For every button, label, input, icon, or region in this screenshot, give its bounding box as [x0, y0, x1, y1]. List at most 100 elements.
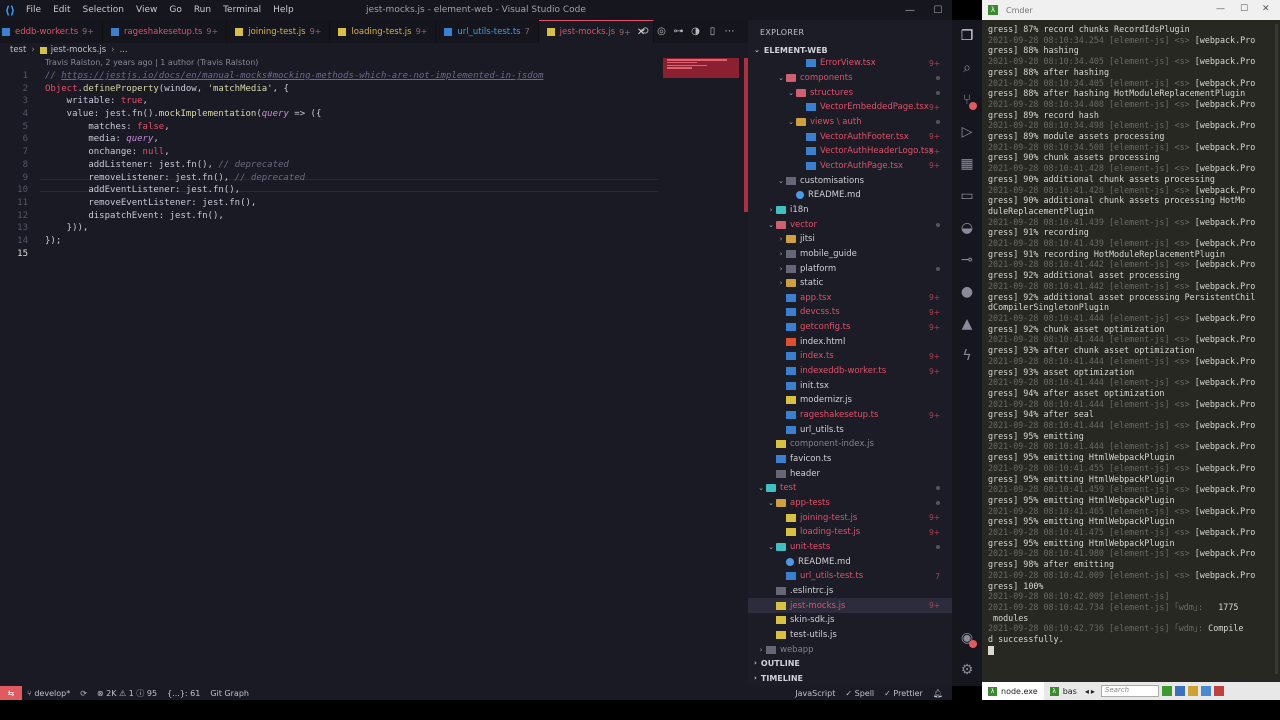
tree-item[interactable]: url_utils-test.ts 7 — [748, 569, 952, 584]
source-control-icon[interactable]: ⑂ — [952, 84, 982, 116]
remote-indicator-icon[interactable]: ⇆ — [0, 686, 22, 700]
spell-check-button[interactable]: ✓ Spell — [840, 689, 879, 698]
breadcrumb-file[interactable]: jest-mocks.js — [51, 45, 106, 55]
tree-item[interactable]: component-index.js — [748, 437, 952, 452]
workspace-root-header[interactable]: ⌄ ELEMENT-WEB — [748, 44, 952, 56]
cmder-search-input[interactable]: Search — [1100, 685, 1159, 697]
cmder-tab-node[interactable]: λ node.exe — [982, 682, 1044, 700]
chevron-right-icon[interactable]: › — [766, 206, 776, 214]
chevron-right-icon[interactable]: › — [776, 279, 786, 287]
scroll-left-icon[interactable]: ◂ — [1085, 687, 1089, 696]
git-compare-icon[interactable]: ⟲ — [636, 23, 653, 40]
editor-tab[interactable]: url_utils-test.ts 7 — [436, 20, 539, 43]
editor-tab[interactable]: joining-test.js 9+ — [227, 20, 331, 43]
menu-item-terminal[interactable]: Terminal — [217, 5, 267, 15]
open-changes-icon[interactable]: ◎ — [653, 23, 670, 40]
tree-item[interactable]: VectorAuthPage.tsx 9+ — [748, 159, 952, 174]
maximize-icon[interactable]: ☐ — [924, 0, 952, 20]
tree-item[interactable]: modernizr.js — [748, 393, 952, 408]
tree-item[interactable]: › webapp — [748, 642, 952, 656]
menu-item-help[interactable]: Help — [267, 5, 300, 15]
settings-gear-icon[interactable]: ⚙ — [952, 654, 982, 686]
tree-item[interactable]: url_utils.ts — [748, 422, 952, 437]
symbol-indicator[interactable]: {...}: 61 — [162, 689, 205, 698]
tree-item[interactable]: › static — [748, 276, 952, 291]
notifications-bell-icon[interactable]: 🔔︎ — [928, 689, 948, 698]
chevron-down-icon[interactable]: ⌄ — [786, 118, 796, 126]
tree-item[interactable]: devcss.ts 9+ — [748, 305, 952, 320]
tree-item[interactable]: README.md — [748, 188, 952, 203]
new-console-icon[interactable] — [1161, 686, 1172, 696]
menu-item-run[interactable]: Run — [188, 5, 217, 15]
chevron-right-icon[interactable]: › — [776, 250, 786, 258]
chevron-down-icon[interactable]: ⌄ — [766, 221, 776, 229]
tree-item[interactable]: rageshakesetup.ts 9+ — [748, 408, 952, 423]
tree-item[interactable]: skin-sdk.js — [748, 613, 952, 628]
tree-item[interactable]: ⌄ views \ auth — [748, 115, 952, 130]
search-icon[interactable]: ⌕ — [952, 52, 982, 84]
console-list-icon[interactable] — [1174, 686, 1185, 696]
cmder-tab-bash[interactable]: λ bas — [1044, 682, 1083, 700]
lock-icon[interactable] — [1187, 686, 1198, 696]
minimap[interactable] — [663, 58, 739, 78]
prettier-button[interactable]: ✓ Prettier — [879, 689, 928, 698]
tree-item[interactable]: test-utils.js — [748, 628, 952, 643]
more-actions-icon[interactable]: ⋯ — [721, 23, 738, 40]
run-debug-icon[interactable]: ▷ — [952, 116, 982, 148]
tree-item[interactable]: ⌄ test — [748, 481, 952, 496]
git-commit-icon[interactable]: ⊶ — [670, 23, 687, 40]
terminal-output[interactable]: gress] 87% record chunks RecordIdsPlugin… — [988, 24, 1274, 674]
tree-item[interactable]: README.md — [748, 554, 952, 569]
tree-item[interactable]: ⌄ vector — [748, 217, 952, 232]
git-graph-button[interactable]: Git Graph — [205, 689, 254, 698]
terminal-prompt[interactable] — [988, 645, 1274, 656]
tree-item[interactable]: index.html — [748, 334, 952, 349]
tree-item[interactable]: › mobile_guide — [748, 247, 952, 262]
menu-icon[interactable] — [1213, 686, 1224, 696]
extensions-icon[interactable]: ▦ — [952, 148, 982, 180]
sync-icon[interactable]: ⟳ — [75, 689, 92, 698]
tree-item[interactable]: VectorAuthHeaderLogo.tsx 9+ — [748, 144, 952, 159]
split-editor-icon[interactable]: ▯ — [704, 23, 721, 40]
tree-item[interactable]: ⌄ unit-tests — [748, 540, 952, 555]
tree-item[interactable]: index.ts 9+ — [748, 349, 952, 364]
editor-tab[interactable]: loading-test.js 9+ — [330, 20, 437, 43]
cmder-minimize-icon[interactable]: — — [1216, 4, 1225, 14]
tree-item[interactable]: favicon.ts — [748, 452, 952, 467]
chevron-down-icon[interactable]: ⌄ — [766, 543, 776, 551]
tree-item[interactable]: VectorEmbeddedPage.tsx 9+ — [748, 100, 952, 115]
tree-item[interactable]: app.tsx 9+ — [748, 291, 952, 306]
git-timeline-icon[interactable]: ⊸ — [952, 244, 982, 276]
explorer-files-icon[interactable]: ❐ — [952, 20, 982, 52]
github-icon[interactable]: ● — [952, 276, 982, 308]
chevron-right-icon[interactable]: › — [776, 265, 786, 273]
timeline-section-header[interactable]: › TIMELINE — [748, 672, 952, 684]
split-icon[interactable] — [1200, 686, 1211, 696]
tree-item[interactable]: ErrorView.tsx 9+ — [748, 56, 952, 71]
minimize-icon[interactable]: — — [896, 0, 924, 20]
tree-item[interactable]: joining-test.js 9+ — [748, 510, 952, 525]
tree-item[interactable]: › i18n — [748, 203, 952, 218]
tree-item[interactable]: header — [748, 466, 952, 481]
account-icon[interactable]: ◉ — [952, 622, 982, 654]
tree-item[interactable]: ⌄ structures — [748, 85, 952, 100]
docker-icon[interactable]: ◒ — [952, 212, 982, 244]
tree-item[interactable]: › platform — [748, 261, 952, 276]
tree-item[interactable]: indexeddb-worker.ts 9+ — [748, 364, 952, 379]
breadcrumb-symbol[interactable]: ... — [120, 45, 128, 55]
editor-tab[interactable]: rageshakesetup.ts 9+ — [103, 20, 228, 43]
git-blame-codelens[interactable]: Travis Ralston, 2 years ago | 1 author (… — [45, 58, 258, 67]
outline-section-header[interactable]: › OUTLINE — [748, 657, 952, 669]
problems-indicator[interactable]: ⊗ 2K ⚠ 1 ⓘ 95 — [92, 688, 162, 699]
tree-item[interactable]: .eslintrc.js — [748, 584, 952, 599]
terminal-scrollbar[interactable] — [1275, 24, 1278, 674]
menu-item-view[interactable]: View — [130, 5, 163, 15]
menu-item-selection[interactable]: Selection — [77, 5, 130, 15]
lightning-icon[interactable]: ϟ — [952, 340, 982, 372]
code-editor[interactable]: 1 // https://jestjs.io/docs/en/manual-moc… — [0, 70, 660, 260]
breadcrumb-folder[interactable]: test — [10, 45, 26, 55]
scroll-right-icon[interactable]: ▸ — [1091, 687, 1095, 696]
tree-item[interactable]: ⌄ app-tests — [748, 496, 952, 511]
chevron-down-icon[interactable]: ⌄ — [786, 89, 796, 97]
cmder-close-icon[interactable]: ✕ — [1262, 4, 1270, 14]
